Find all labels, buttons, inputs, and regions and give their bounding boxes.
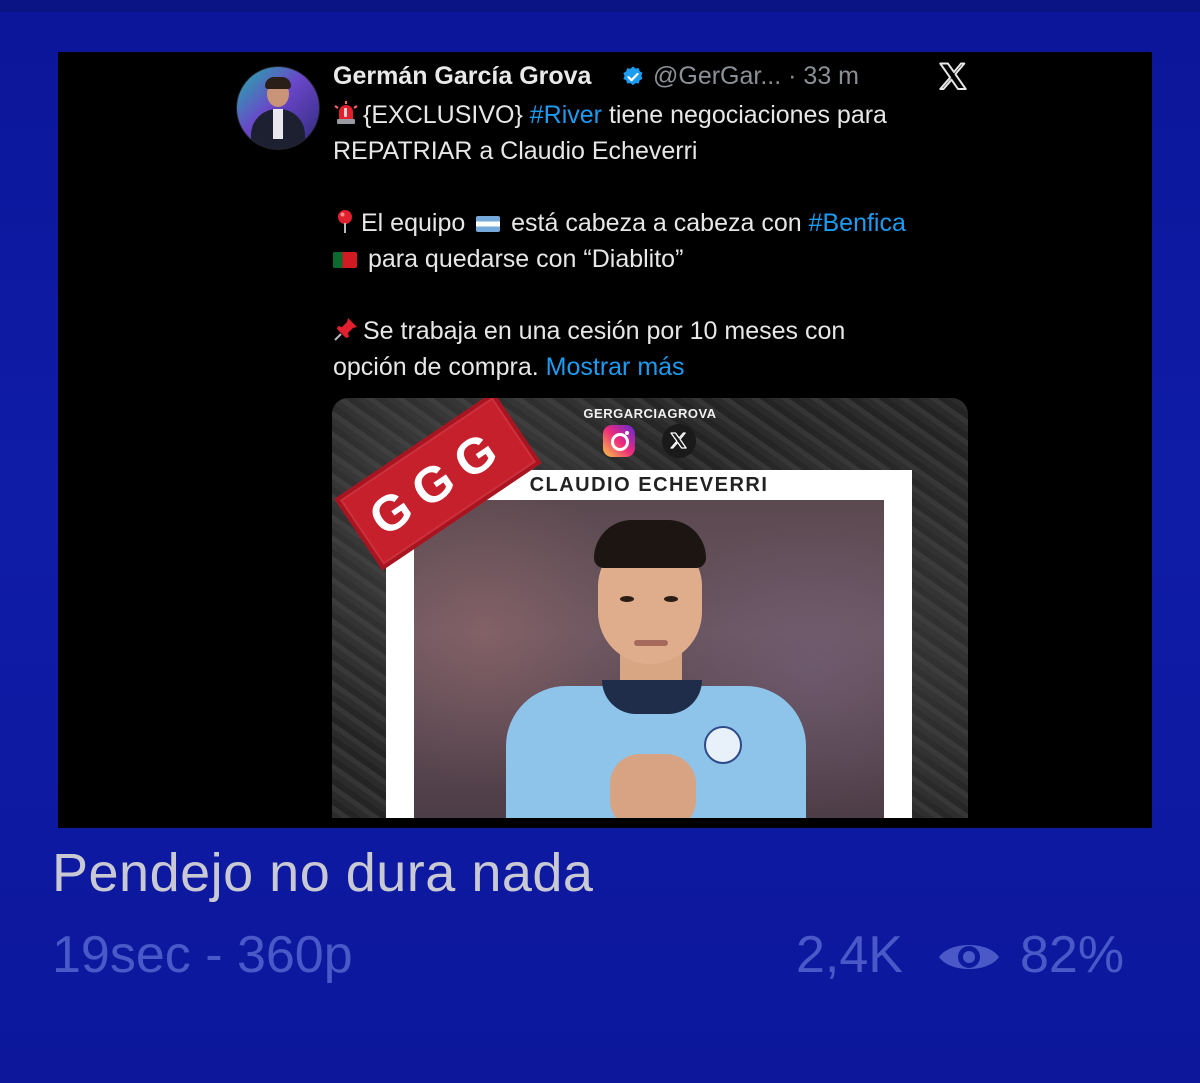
separator-dot: · xyxy=(788,62,797,90)
verified-badge-icon xyxy=(623,66,643,86)
tweet-line-6: opción de compra. Mostrar más xyxy=(333,349,963,385)
tweet-line-5: Se trabaja en una cesión por 10 meses co… xyxy=(333,313,963,349)
pushpin-emoji-icon xyxy=(334,318,357,341)
tweet-text: {EXCLUSIVO} #River tiene negociaciones p… xyxy=(333,97,963,385)
player-card-frame: CLAUDIO ECHEVERRI xyxy=(386,470,912,818)
hashtag-river[interactable]: #River xyxy=(530,101,602,129)
portugal-flag-icon xyxy=(333,252,357,268)
left-black-bar xyxy=(58,52,238,816)
tweet-line-4-text: para quedarse con “Diablito” xyxy=(367,245,684,273)
video-title[interactable]: Pendejo no dura nada xyxy=(52,842,593,904)
tweet-line-2: REPATRIAR a Claudio Echeverri xyxy=(333,137,698,165)
instagram-icon xyxy=(603,425,635,457)
view-count: 2,4K xyxy=(796,926,903,984)
author-name[interactable]: Germán García Grova xyxy=(333,62,591,91)
right-black-bar xyxy=(970,52,1152,828)
hashtag-benfica[interactable]: #Benfica xyxy=(809,209,906,237)
tweet-line-4: para quedarse con “Diablito” xyxy=(333,241,963,277)
media-brand-text: GERGARCIAGROVA xyxy=(583,406,717,421)
tweet-line-3-prefix: El equipo xyxy=(361,209,466,237)
tweet-line-1: {EXCLUSIVO} #River tiene negociaciones p… xyxy=(333,97,963,133)
club-crest-icon xyxy=(704,726,742,764)
video-duration-quality: 19sec - 360p xyxy=(52,926,353,984)
player-photo xyxy=(414,500,884,818)
x-logo-icon xyxy=(939,62,967,91)
exclusive-label: {EXCLUSIVO} xyxy=(363,101,523,129)
x-small-icon xyxy=(662,424,696,458)
tweet-line-5-text: Se trabaja en una cesión por 10 meses co… xyxy=(363,317,846,345)
tweet-time: 33 m xyxy=(803,62,860,90)
tweet-line-6-text: opción de compra. xyxy=(333,353,539,381)
show-more-link[interactable]: Mostrar más xyxy=(546,353,685,381)
author-handle-and-time[interactable]: @GerGar... · 33 m xyxy=(653,62,859,91)
round-pushpin-emoji-icon xyxy=(338,210,352,233)
tweet-line-3: El equipo está cabeza a cabeza con #Benf… xyxy=(333,205,963,241)
rating-percent: 82% xyxy=(1020,926,1125,984)
tweet-line-3-middle: está cabeza a cabeza con xyxy=(511,209,802,237)
tweet-media-image[interactable]: GERGARCIAGROVA CLAUDIO ECHEVERRI GGG xyxy=(332,398,968,818)
siren-emoji-icon xyxy=(334,101,358,124)
argentina-flag-icon xyxy=(476,216,501,232)
author-avatar[interactable] xyxy=(236,66,320,150)
eye-icon xyxy=(939,945,999,969)
author-handle: @GerGar... xyxy=(653,62,782,90)
tweet-line-1-suffix: tiene negociaciones para xyxy=(608,101,887,129)
